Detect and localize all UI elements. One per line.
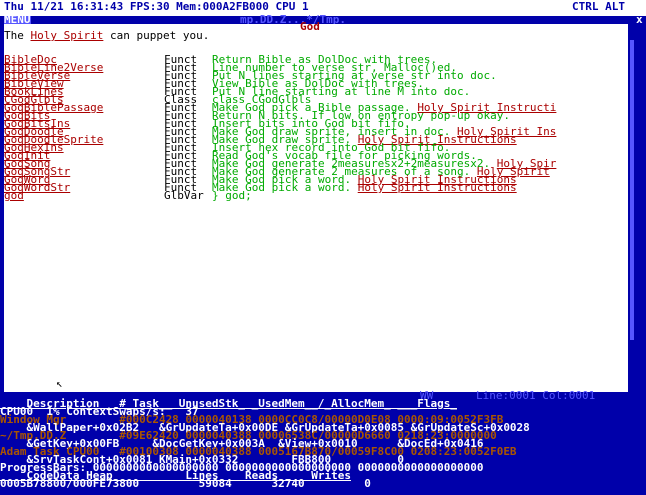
holy-spirit-link[interactable]: Holy Spirit Instructions [358,181,517,194]
cursor-position: Line:0001 Col:0001 [476,389,596,402]
close-icon[interactable]: x [636,14,643,25]
god-label: God [300,20,320,33]
memory-values: 0005B78800/000FE73800 59084 32740 0 [0,477,371,490]
entry-name[interactable]: GodWordStr [4,182,164,193]
scrollbar-thumb[interactable] [630,40,634,340]
holy-spirit-link[interactable]: Holy Spirit [31,29,104,42]
task-manager-panel: Description #_Task__ UnusedStk_ _UsedMem… [0,398,646,495]
intro-prefix: The [4,29,31,42]
system-status-text: Thu 11/21 16:31:43 FPS:30 Mem:000A2FB000… [4,0,309,13]
entry-description: } god; [212,189,252,202]
entry-name[interactable]: god [4,190,164,201]
modifier-keys-indicator: CTRL ALT [572,0,625,13]
window-title: mp.DD.Z...*/Tmp. [240,13,346,26]
intro-suffix: can puppet you. [103,29,210,42]
list-item[interactable]: god GlbVar } god; [4,189,252,202]
window-title-bar[interactable]: MENU mp.DD.Z...*/Tmp. x [0,13,646,26]
list-item[interactable]: GodWordStr Funct Make God pick a word. Hol… [4,181,517,194]
intro-line: The Holy Spirit can puppet you. [4,29,210,42]
menu-button[interactable]: MENU [4,14,31,25]
mouse-cursor-icon: ↖ [56,377,63,390]
entry-kind: GlbVar [164,189,204,202]
